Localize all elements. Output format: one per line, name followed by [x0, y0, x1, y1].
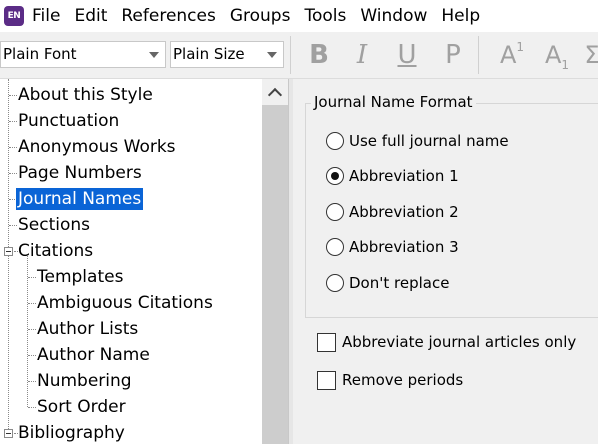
tree-connector — [9, 121, 17, 122]
tree-connector — [28, 381, 36, 382]
tree-item-label: Author Lists — [37, 319, 139, 339]
tree-item-page-numbers[interactable]: Page Numbers — [18, 160, 142, 186]
tree-scrollbar[interactable] — [262, 79, 288, 444]
menu-help[interactable]: Help — [434, 0, 487, 32]
tree-item-author-lists[interactable]: Author Lists — [37, 316, 138, 342]
tree-item-label: Author Name — [37, 345, 150, 365]
italic-button[interactable]: I — [350, 38, 374, 72]
checkbox-label: Abbreviate journal articles only — [342, 333, 577, 351]
checkbox-remove-periods[interactable]: Remove periods — [317, 368, 463, 392]
radio-label: Don't replace — [349, 274, 450, 292]
format-toolbar: Plain Font Plain Size B I U P A1 A1 Σ — [0, 32, 598, 79]
radio-dont-replace[interactable]: Don't replace — [326, 271, 449, 295]
superscript-icon-letter: A — [499, 41, 517, 69]
radio-button-selected[interactable] — [326, 167, 344, 185]
tree-item-label: Templates — [37, 267, 124, 287]
tree-connector — [27, 256, 28, 407]
tree-item-citations[interactable]: Citations — [18, 238, 93, 264]
scroll-up-button[interactable] — [262, 79, 288, 105]
checkbox-abbreviate-journal-articles-only[interactable]: Abbreviate journal articles only — [317, 330, 576, 354]
menu-references[interactable]: References — [114, 0, 222, 32]
toolbar-separator — [290, 36, 291, 74]
superscript-button[interactable]: A1 — [494, 38, 530, 72]
tree-connector — [9, 95, 17, 96]
menu-edit[interactable]: Edit — [67, 0, 114, 32]
tree-item-label: Sort Order — [37, 397, 126, 417]
tree-item-label: About this Style — [18, 85, 153, 105]
radio-button[interactable] — [326, 132, 344, 150]
tree-item-anonymous-works[interactable]: Anonymous Works — [18, 134, 176, 160]
chevron-down-icon — [149, 52, 159, 58]
size-select-value: Plain Size — [173, 45, 245, 63]
tree-connector — [9, 225, 17, 226]
tree-item-label: Anonymous Works — [18, 137, 176, 157]
symbol-button[interactable]: Σ — [582, 38, 598, 72]
tree-item-label: Page Numbers — [18, 163, 142, 183]
plain-button[interactable]: P — [440, 38, 466, 72]
tree-connector — [9, 173, 17, 174]
tree-connector — [28, 407, 36, 408]
checkbox[interactable] — [317, 332, 336, 352]
toolbar-separator — [478, 36, 479, 74]
superscript-icon-mark: 1 — [516, 40, 525, 54]
subscript-icon-mark: 1 — [561, 58, 570, 72]
bold-button[interactable]: B — [306, 38, 332, 72]
radio-button[interactable] — [326, 238, 344, 256]
tree-item-sections[interactable]: Sections — [18, 212, 90, 238]
radio-label: Use full journal name — [349, 132, 509, 150]
chevron-down-icon — [267, 52, 277, 58]
font-select[interactable]: Plain Font — [0, 41, 166, 68]
collapse-icon[interactable] — [4, 429, 13, 438]
checkbox[interactable] — [317, 370, 336, 390]
tree-item-label: Numbering — [37, 371, 132, 391]
tree-item-journal-names[interactable]: Journal Names — [16, 186, 144, 212]
tree-item-numbering[interactable]: Numbering — [37, 368, 132, 394]
tree-item-label: Journal Names — [16, 188, 144, 210]
subscript-button[interactable]: A1 — [540, 38, 574, 72]
radio-button[interactable] — [326, 274, 344, 292]
menu-bar: EN File Edit References Groups Tools Win… — [0, 0, 598, 32]
tree-connector — [8, 79, 9, 433]
tree-item-label: Sections — [18, 215, 91, 235]
radio-label: Abbreviation 2 — [349, 203, 459, 221]
radio-use-full-journal-name[interactable]: Use full journal name — [326, 129, 509, 153]
radio-abbreviation-3[interactable]: Abbreviation 3 — [326, 235, 459, 259]
tree-connector — [28, 303, 36, 304]
tree-item-author-name[interactable]: Author Name — [37, 342, 150, 368]
endnote-app-icon[interactable]: EN — [4, 6, 24, 26]
underline-button[interactable]: U — [394, 38, 420, 72]
subscript-icon-letter: A — [544, 41, 562, 69]
radio-abbreviation-2[interactable]: Abbreviation 2 — [326, 200, 459, 224]
radio-label: Abbreviation 1 — [349, 167, 459, 185]
tree-item-sort-order[interactable]: Sort Order — [37, 394, 126, 420]
journal-names-settings: Journal Name Format Use full journal nam… — [293, 79, 598, 444]
radio-button[interactable] — [326, 203, 344, 221]
tree-item-label: Citations — [18, 241, 94, 261]
style-sections-tree: About this Style Punctuation Anonymous W… — [0, 79, 262, 444]
collapse-icon[interactable] — [4, 247, 13, 256]
tree-item-bibliography[interactable]: Bibliography — [18, 420, 125, 444]
radio-abbreviation-1[interactable]: Abbreviation 1 — [326, 164, 459, 188]
menu-window[interactable]: Window — [353, 0, 434, 32]
tree-connector — [28, 329, 36, 330]
tree-item-punctuation[interactable]: Punctuation — [18, 108, 119, 134]
checkbox-label: Remove periods — [342, 371, 464, 389]
radio-label: Abbreviation 3 — [349, 238, 459, 256]
font-select-value: Plain Font — [3, 45, 77, 63]
tree-connector — [9, 147, 17, 148]
tree-connector — [28, 355, 36, 356]
tree-connector — [28, 277, 36, 278]
chevron-up-icon — [267, 87, 283, 103]
menu-groups[interactable]: Groups — [223, 0, 298, 32]
tree-item-label: Ambiguous Citations — [37, 293, 213, 313]
tree-item-ambiguous-citations[interactable]: Ambiguous Citations — [37, 290, 213, 316]
menu-file[interactable]: File — [30, 0, 67, 32]
tree-item-label: Bibliography — [18, 423, 125, 443]
tree-item-label: Punctuation — [18, 111, 120, 131]
tree-item-about-this-style[interactable]: About this Style — [18, 82, 153, 108]
tree-item-templates[interactable]: Templates — [37, 264, 123, 290]
menu-tools[interactable]: Tools — [297, 0, 353, 32]
group-title: Journal Name Format — [311, 93, 476, 111]
size-select[interactable]: Plain Size — [170, 41, 284, 68]
